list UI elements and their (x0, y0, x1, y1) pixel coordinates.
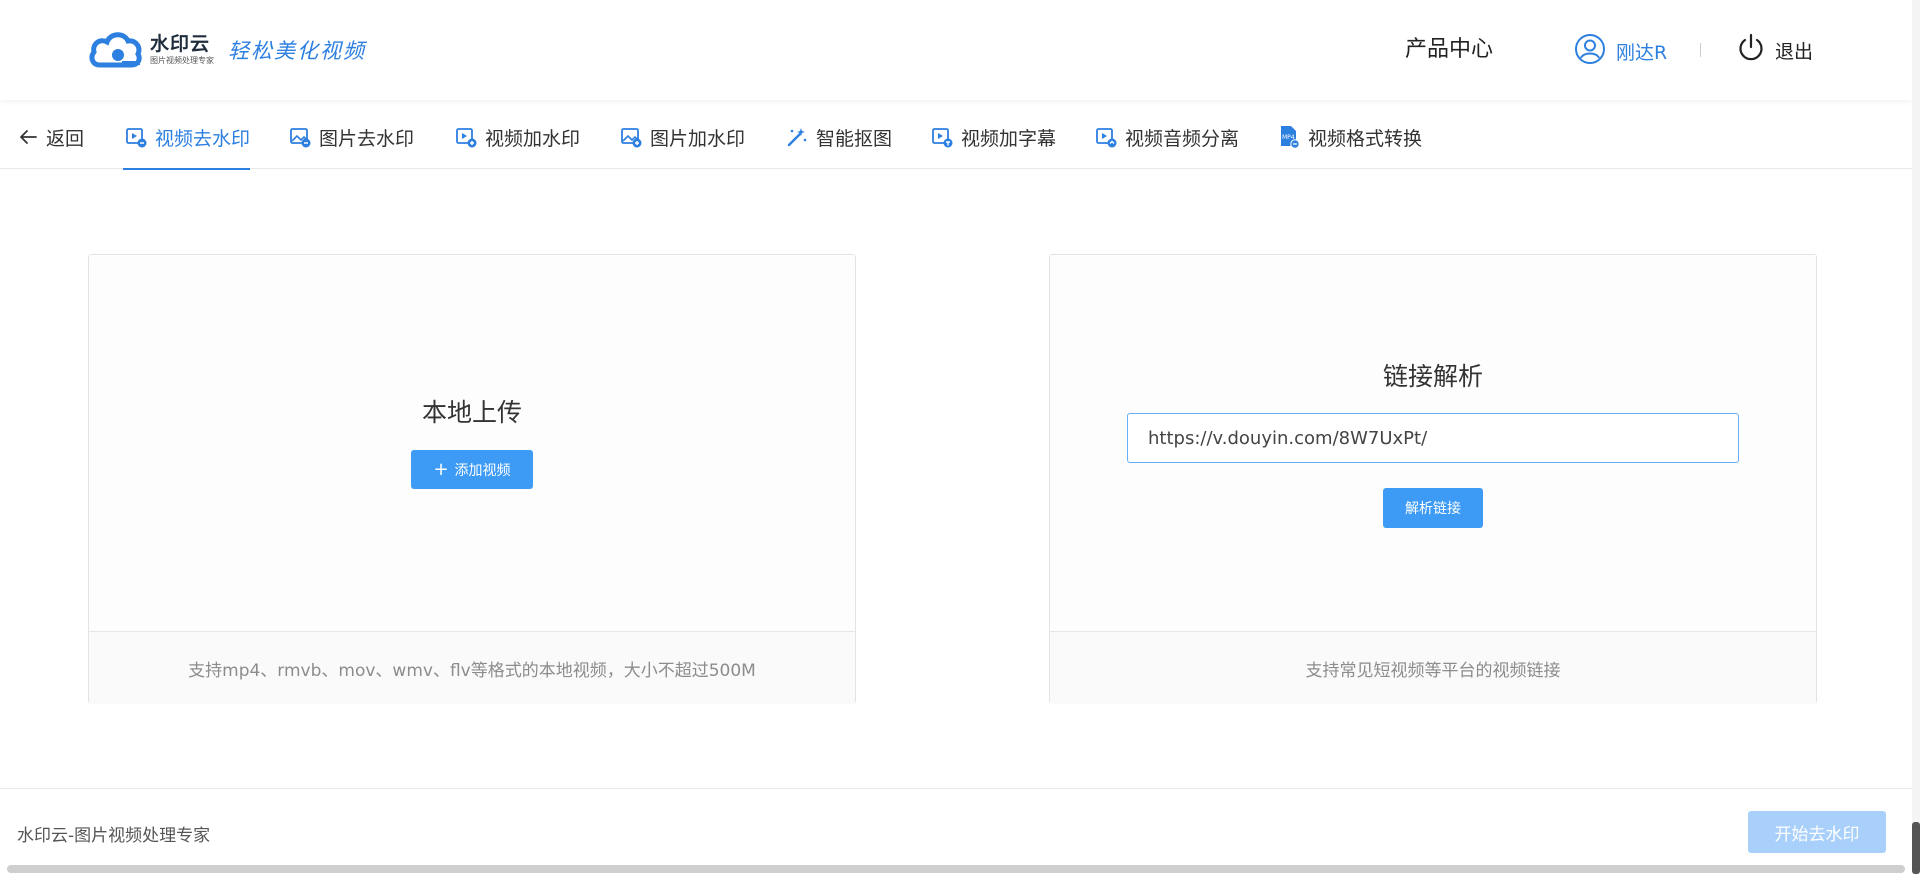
product-center-link[interactable]: 产品中心 (1405, 34, 1493, 66)
power-icon (1737, 33, 1765, 67)
user-name: 刚达R (1616, 41, 1668, 64)
local-upload-card: 本地上传 + 添加视频 支持mp4、rmvb、mov、wmv、flv等格式的本地… (88, 254, 856, 704)
bottom-bar: 水印云-图片视频处理专家 开始去水印 (0, 788, 1912, 874)
image-add-watermark-icon (620, 126, 642, 148)
user-menu[interactable]: 刚达R (1574, 33, 1667, 69)
logo-subtitle: 图片视频处理专家 (150, 56, 214, 65)
local-upload-dropzone[interactable]: 本地上传 + 添加视频 (89, 255, 855, 631)
tab-label: 返回 (46, 127, 85, 150)
video-remove-watermark-icon (125, 126, 147, 148)
link-parse-card: 链接解析 解析链接 支持常见短视频等平台的视频链接 (1049, 254, 1817, 704)
vertical-scrollbar-track[interactable] (1912, 0, 1920, 874)
horizontal-scrollbar[interactable] (7, 865, 1905, 873)
logo[interactable]: 水印云 图片视频处理专家 轻松美化视频 (88, 28, 366, 72)
mp4-convert-icon: MP4 (1278, 125, 1300, 149)
link-parse-hint: 支持常见短视频等平台的视频链接 (1050, 631, 1816, 704)
local-upload-hint: 支持mp4、rmvb、mov、wmv、flv等格式的本地视频，大小不超过500M (89, 631, 855, 704)
magic-wand-icon (786, 126, 808, 148)
video-subtitle-icon (931, 126, 953, 148)
link-parse-title: 链接解析 (1382, 362, 1483, 391)
top-header: 水印云 图片视频处理专家 轻松美化视频 产品中心 刚达R 退出 (0, 0, 1912, 100)
tab-image-add-watermark[interactable]: 图片加水印 (620, 105, 745, 169)
logout-label: 退出 (1775, 40, 1814, 63)
cloud-logo-icon (88, 29, 144, 71)
tab-video-add-watermark[interactable]: 视频加水印 (455, 105, 580, 169)
logout-button[interactable]: 退出 (1737, 33, 1813, 67)
tab-label: 图片加水印 (650, 127, 746, 150)
tab-label: 视频加字幕 (961, 127, 1057, 150)
tab-label: 视频加水印 (485, 127, 581, 150)
local-upload-title: 本地上传 (421, 398, 522, 427)
user-avatar-icon (1574, 33, 1606, 69)
start-remove-watermark-button[interactable]: 开始去水印 (1748, 811, 1886, 853)
logo-slogan: 轻松美化视频 (228, 39, 366, 63)
video-url-input[interactable] (1127, 413, 1739, 463)
add-video-button[interactable]: + 添加视频 (411, 450, 533, 489)
tab-image-remove-watermark[interactable]: 图片去水印 (289, 105, 414, 169)
tab-label: 视频去水印 (155, 127, 251, 150)
logo-name: 水印云 (150, 33, 211, 55)
plus-icon: + (433, 458, 449, 480)
image-remove-watermark-icon (289, 126, 311, 148)
tab-label: 视频音频分离 (1125, 127, 1240, 150)
tab-label: 视频格式转换 (1308, 127, 1423, 150)
link-parse-body: 链接解析 解析链接 (1050, 255, 1816, 631)
parse-link-button[interactable]: 解析链接 (1383, 488, 1483, 528)
video-audio-split-icon (1095, 126, 1117, 148)
tab-video-remove-watermark[interactable]: 视频去水印 (123, 105, 251, 170)
back-button[interactable]: 返回 (18, 105, 84, 169)
tab-video-subtitle[interactable]: 视频加字幕 (931, 105, 1056, 169)
vertical-scrollbar-thumb[interactable] (1912, 822, 1920, 874)
tab-video-audio-split[interactable]: 视频音频分离 (1095, 105, 1239, 169)
arrow-left-icon (18, 127, 38, 147)
add-video-label: 添加视频 (454, 462, 511, 479)
tab-label: 智能抠图 (816, 127, 893, 150)
header-divider (1700, 43, 1701, 57)
video-add-watermark-icon (455, 126, 477, 148)
footer-brand-text: 水印云-图片视频处理专家 (17, 826, 211, 846)
logo-text: 水印云 图片视频处理专家 (150, 33, 214, 67)
feature-tabs: 返回 视频去水印 图片去水印 视频加水印 图片加水印 智能抠图 视频加字幕 视频… (0, 105, 1912, 170)
tab-smart-cutout[interactable]: 智能抠图 (786, 105, 892, 169)
tab-label: 图片去水印 (319, 127, 415, 150)
tab-video-format-convert[interactable]: MP4 视频格式转换 (1278, 105, 1422, 169)
